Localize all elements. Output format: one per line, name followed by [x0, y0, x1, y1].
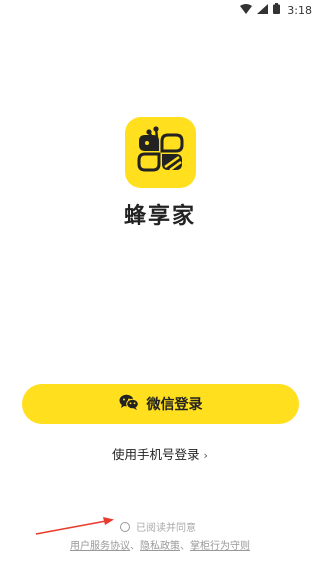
wechat-icon	[119, 394, 139, 414]
link-separator: 、	[180, 541, 190, 552]
shopkeeper-code-link[interactable]: 掌柜行为守则	[190, 541, 250, 552]
phone-login-link[interactable]: 使用手机号登录 ›	[0, 444, 320, 463]
chevron-right-icon: ›	[203, 449, 208, 462]
user-service-agreement-link[interactable]: 用户服务协议	[70, 541, 130, 552]
signal-icon	[257, 3, 269, 17]
annotation-arrow-icon	[35, 517, 114, 535]
link-separator: 、	[130, 541, 140, 552]
wifi-icon	[240, 3, 253, 17]
app-logo	[125, 117, 196, 188]
battery-icon	[273, 3, 281, 17]
status-time: 3:18	[287, 3, 312, 17]
status-bar: 3:18	[0, 0, 320, 20]
wechat-login-button[interactable]: 微信登录	[22, 384, 299, 424]
wechat-login-label: 微信登录	[146, 397, 203, 413]
agreement-row: 已阅读并同意	[120, 519, 196, 534]
privacy-policy-link[interactable]: 隐私政策	[140, 541, 180, 552]
phone-login-label: 使用手机号登录	[112, 447, 200, 462]
agreement-checkbox[interactable]	[120, 521, 130, 532]
agreement-links: 用户服务协议、隐私政策、掌柜行为守则	[0, 537, 320, 552]
agreement-label: 已阅读并同意	[136, 523, 196, 534]
app-name: 蜂享家	[123, 204, 196, 229]
